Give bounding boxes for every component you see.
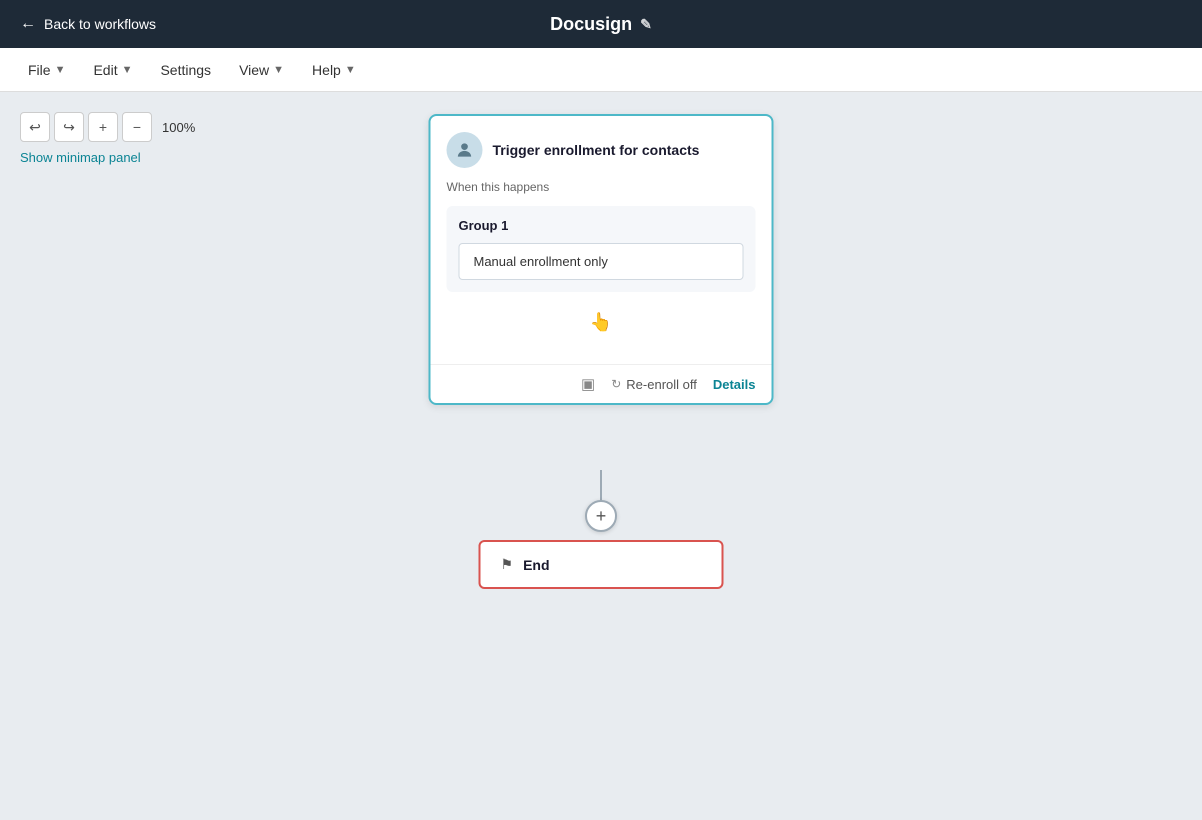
back-label: Back to workflows — [44, 16, 156, 32]
re-enroll-icon: ↻ — [611, 377, 621, 391]
enrollment-text: Manual enrollment only — [474, 254, 608, 269]
re-enroll-status: ↻ Re-enroll off — [611, 377, 697, 392]
menu-edit[interactable]: Edit ▼ — [81, 56, 144, 84]
chevron-down-icon: ▼ — [273, 64, 284, 76]
topbar: ← Back to workflows Docusign ✎ — [0, 0, 1202, 48]
card-header: Trigger enrollment for contacts — [431, 116, 772, 180]
edit-title-icon[interactable]: ✎ — [640, 16, 652, 33]
end-card[interactable]: ⚑ End — [479, 540, 724, 589]
copy-icon[interactable]: ▣ — [581, 375, 595, 393]
card-title: Trigger enrollment for contacts — [493, 142, 700, 158]
chevron-down-icon: ▼ — [345, 64, 356, 76]
menu-view[interactable]: View ▼ — [227, 56, 296, 84]
card-body: Group 1 Manual enrollment only 👆 — [431, 206, 772, 364]
show-minimap-link[interactable]: Show minimap panel — [20, 150, 141, 165]
back-to-workflows-button[interactable]: ← Back to workflows — [20, 15, 156, 33]
undo-button[interactable]: ↩ — [20, 112, 50, 142]
redo-button[interactable]: ↪ — [54, 112, 84, 142]
group-box: Group 1 Manual enrollment only — [447, 206, 756, 292]
zoom-level: 100% — [156, 120, 201, 135]
trigger-enrollment-card[interactable]: Trigger enrollment for contacts When thi… — [429, 114, 774, 405]
workflow-title-area: Docusign ✎ — [550, 14, 652, 35]
menu-settings[interactable]: Settings — [148, 56, 223, 84]
workflow-canvas[interactable]: ↩ ↪ + − 100% Show minimap panel Trigger … — [0, 92, 1202, 820]
person-icon — [455, 140, 475, 160]
flag-icon: ⚑ — [501, 556, 514, 573]
canvas-toolbar: ↩ ↪ + − 100% — [20, 112, 201, 142]
card-footer: ▣ ↻ Re-enroll off Details — [431, 364, 772, 403]
menubar: File ▼ Edit ▼ Settings View ▼ Help ▼ — [0, 48, 1202, 92]
end-label: End — [523, 557, 549, 573]
menu-help[interactable]: Help ▼ — [300, 56, 368, 84]
menu-file[interactable]: File ▼ — [16, 56, 77, 84]
zoom-out-button[interactable]: − — [122, 112, 152, 142]
chevron-down-icon: ▼ — [55, 64, 66, 76]
manual-enrollment-box[interactable]: Manual enrollment only — [459, 243, 744, 280]
zoom-in-button[interactable]: + — [88, 112, 118, 142]
when-this-happens-label: When this happens — [431, 180, 772, 206]
group-label: Group 1 — [459, 218, 744, 233]
card-spacer: 👆 — [447, 292, 756, 352]
back-arrow-icon: ← — [20, 15, 36, 33]
add-step-button[interactable]: + — [585, 500, 617, 532]
cursor-icon: 👆 — [590, 312, 612, 333]
chevron-down-icon: ▼ — [122, 64, 133, 76]
workflow-title: Docusign — [550, 14, 632, 35]
details-link[interactable]: Details — [713, 377, 756, 392]
contact-avatar — [447, 132, 483, 168]
